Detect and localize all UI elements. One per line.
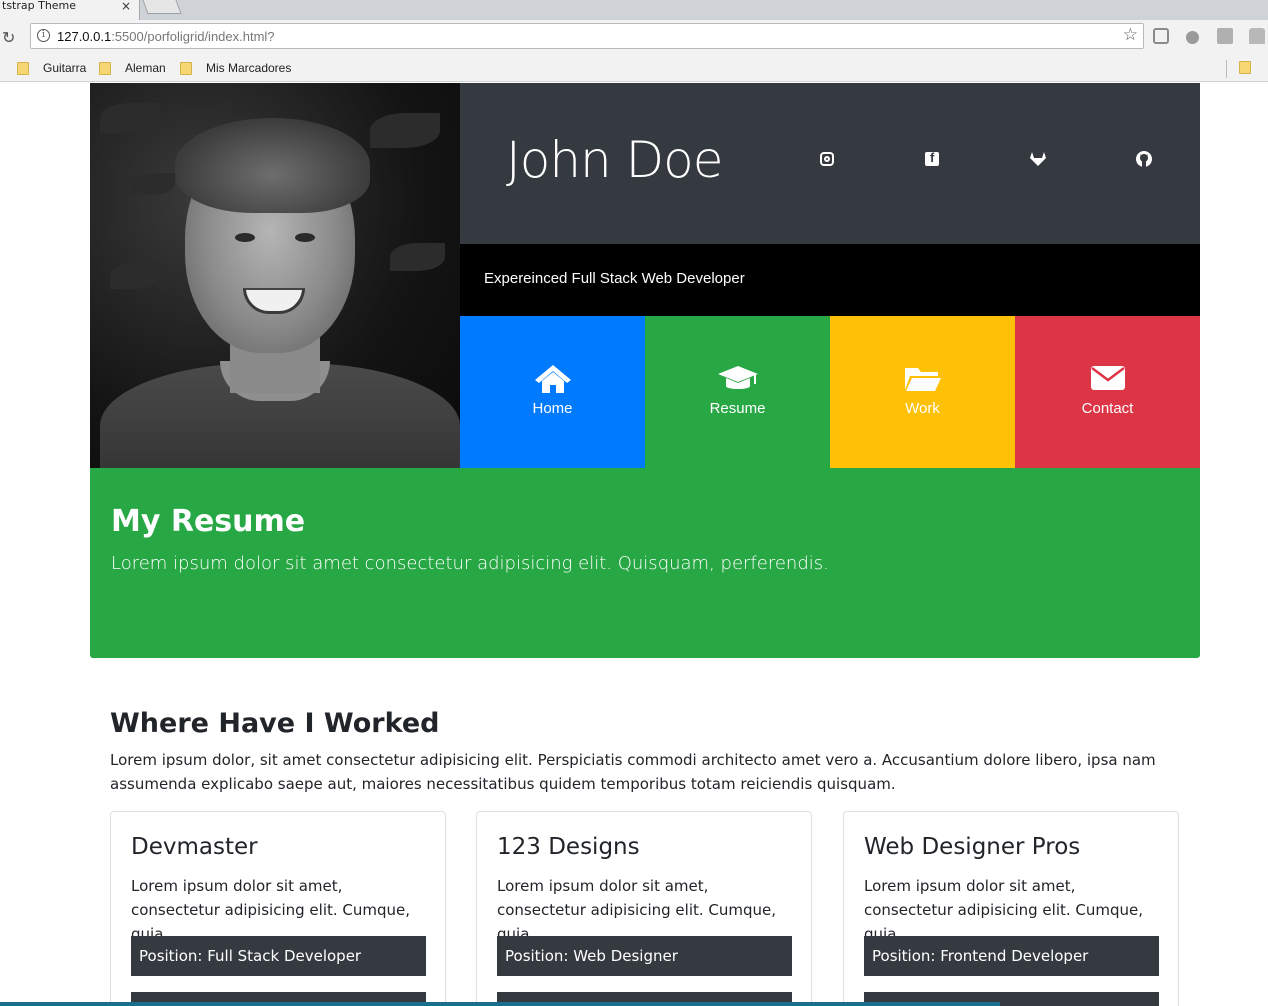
card-position: Position: Web Designer bbox=[497, 936, 792, 976]
experience-card: Devmaster Lorem ipsum dolor sit amet, co… bbox=[110, 811, 446, 1006]
card-position: Position: Frontend Developer bbox=[864, 936, 1159, 976]
browser-tab[interactable]: tstrap Theme × bbox=[0, 0, 140, 20]
bookmarks-divider bbox=[1226, 60, 1227, 78]
close-icon[interactable]: × bbox=[121, 0, 131, 12]
nav-tile-resume[interactable]: Resume bbox=[645, 316, 830, 468]
home-icon bbox=[460, 364, 645, 394]
card-position: Position: Full Stack Developer bbox=[131, 936, 426, 976]
profile-photo bbox=[90, 83, 460, 468]
folder-icon bbox=[17, 61, 29, 75]
page-content: John Doe Expereinced Full Stack Web Deve… bbox=[0, 83, 1268, 1006]
browser-tab-bar: tstrap Theme × bbox=[0, 0, 1268, 20]
folder-icon bbox=[1239, 61, 1251, 74]
resume-jumbotron: My Resume Lorem ipsum dolor sit amet con… bbox=[90, 468, 1200, 658]
envelope-icon bbox=[1015, 364, 1200, 394]
folder-open-icon bbox=[830, 364, 1015, 394]
experience-title: Where Have I Worked bbox=[110, 708, 440, 739]
tab-title: tstrap Theme bbox=[2, 0, 77, 12]
section-title: My Resume bbox=[111, 504, 306, 539]
nav-tile-label: Work bbox=[905, 400, 940, 417]
facebook-icon[interactable] bbox=[925, 150, 939, 166]
extension-circle-icon[interactable] bbox=[1186, 31, 1199, 44]
nav-tile-label: Home bbox=[532, 400, 573, 417]
new-tab-button[interactable] bbox=[142, 0, 182, 14]
url-text[interactable]: 127.0.0.1:5500/porfoligrid/index.html? bbox=[57, 29, 275, 44]
experience-card: Web Designer Pros Lorem ipsum dolor sit … bbox=[843, 811, 1179, 1006]
card-company: Web Designer Pros bbox=[864, 834, 1081, 860]
nav-tile-contact[interactable]: Contact bbox=[1015, 316, 1200, 468]
address-bar[interactable]: i 127.0.0.1:5500/porfoligrid/index.html?… bbox=[30, 23, 1144, 49]
reload-icon[interactable]: ↻ bbox=[2, 28, 15, 47]
card-company: 123 Designs bbox=[497, 834, 640, 860]
tagline: Expereinced Full Stack Web Developer bbox=[484, 270, 745, 287]
experience-intro: Lorem ipsum dolor, sit amet consectetur … bbox=[110, 751, 1156, 793]
pdf-extension-icon[interactable] bbox=[1217, 28, 1233, 44]
bookmark-guitarra[interactable]: Guitarra bbox=[17, 61, 86, 75]
android-extension-icon[interactable] bbox=[1249, 28, 1265, 44]
header-bar: John Doe bbox=[460, 83, 1200, 244]
tagline-bar: Expereinced Full Stack Web Developer bbox=[460, 244, 1200, 316]
folder-icon bbox=[99, 61, 111, 75]
nav-tile-work[interactable]: Work bbox=[830, 316, 1015, 468]
nav-tile-label: Contact bbox=[1081, 400, 1134, 417]
info-icon[interactable]: i bbox=[37, 29, 50, 42]
browser-toolbar: ↻ i 127.0.0.1:5500/porfoligrid/index.htm… bbox=[0, 20, 1268, 56]
bookmark-aleman[interactable]: Aleman bbox=[99, 61, 166, 75]
card-company: Devmaster bbox=[131, 834, 258, 860]
graduation-cap-icon bbox=[645, 364, 830, 394]
bookmarks-bar: Guitarra Aleman Mis Marcadores bbox=[0, 56, 1268, 82]
nav-tile-home[interactable]: Home bbox=[460, 316, 645, 468]
nav-tiles: Home Resume Work Contact bbox=[460, 316, 1200, 468]
bookmark-other[interactable] bbox=[1239, 61, 1265, 74]
nav-tile-label: Resume bbox=[709, 400, 766, 417]
bookmark-star-icon[interactable]: ☆ bbox=[1123, 25, 1138, 45]
github-icon[interactable] bbox=[1136, 151, 1152, 167]
page-title: John Doe bbox=[506, 131, 723, 189]
experience-card: 123 Designs Lorem ipsum dolor sit amet, … bbox=[476, 811, 812, 1006]
extension-shield-icon[interactable] bbox=[1153, 28, 1169, 44]
taskbar-edge bbox=[0, 1002, 1000, 1006]
bookmark-mis-marcadores[interactable]: Mis Marcadores bbox=[180, 61, 291, 75]
folder-icon bbox=[180, 61, 192, 75]
instagram-icon[interactable] bbox=[820, 152, 834, 166]
section-subtitle: Lorem ipsum dolor sit amet consectetur a… bbox=[111, 553, 829, 574]
gitlab-icon[interactable] bbox=[1030, 152, 1046, 166]
